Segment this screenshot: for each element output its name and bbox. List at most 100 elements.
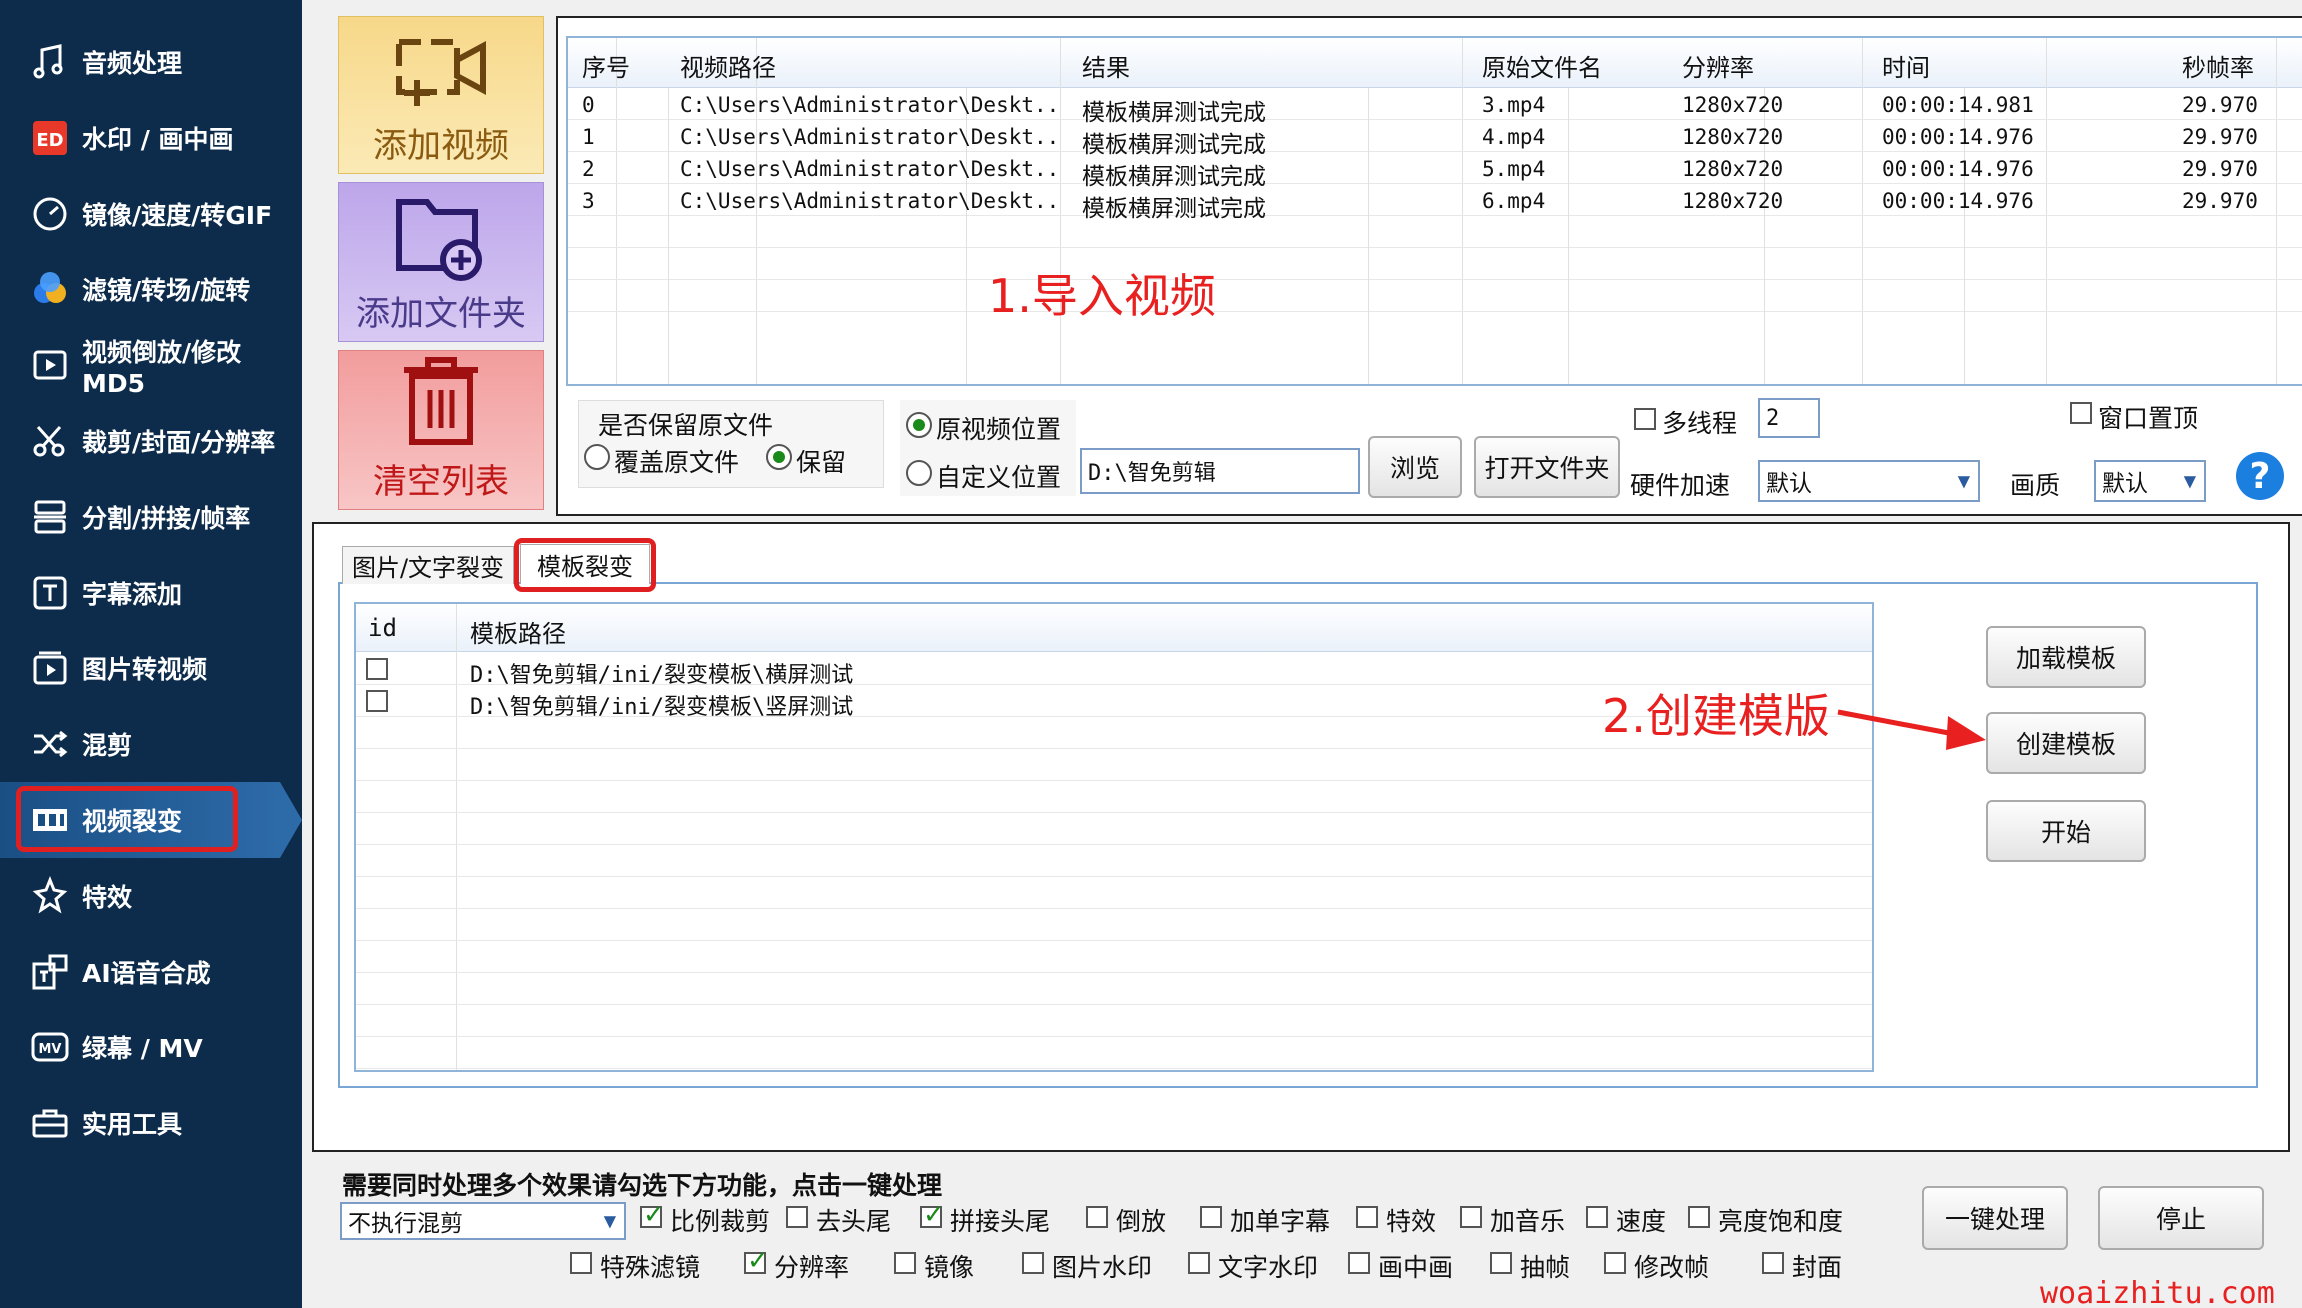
mv-icon: MV <box>30 1027 70 1067</box>
sidebar-item[interactable]: 实用工具 <box>0 1085 302 1161</box>
help-icon[interactable]: ? <box>2236 452 2284 500</box>
open-folder-button[interactable]: 打开文件夹 <box>1474 436 1620 498</box>
hw-accel-label: 硬件加速 <box>1630 471 1731 500</box>
feature-checkbox[interactable] <box>1348 1252 1370 1274</box>
feature-checkbox[interactable] <box>894 1252 916 1274</box>
table-cell: 00:00:14.976 <box>1882 125 2034 149</box>
mix-select[interactable]: 不执行混剪 ▼ <box>340 1202 626 1240</box>
feature-checkbox-label: 特效 <box>1386 1207 1437 1236</box>
keep-radio[interactable] <box>766 444 792 470</box>
template-path-cell: D:\智免剪辑/ini/裂变模板\竖屏测试 <box>470 695 854 720</box>
feature-checkbox[interactable] <box>1688 1206 1710 1228</box>
sidebar-item[interactable]: 视频倒放/修改MD5 <box>0 327 302 403</box>
sidebar-item[interactable]: 音频处理 <box>0 24 302 100</box>
table-row[interactable]: 0 C:\Users\Administrator\Deskt... 模板横屏测试完成… <box>568 90 2302 126</box>
table-cell: 模板横屏测试完成 <box>1082 196 1266 222</box>
template-table: id 模板路径 D:\智免剪辑/ini/裂变模板\横屏测试 D:\智免剪辑/ini/裂… <box>354 602 1874 1072</box>
create-template-button[interactable]: 创建模板 <box>1986 712 2146 774</box>
row-divider <box>356 940 1872 941</box>
template-row-checkbox[interactable] <box>366 658 388 680</box>
sidebar-item[interactable]: 滤镜/转场/旋转 <box>0 251 302 327</box>
table-row[interactable]: 1 C:\Users\Administrator\Deskt... 模板横屏测试完成… <box>568 122 2302 158</box>
feature-checkbox[interactable] <box>1356 1206 1378 1228</box>
sidebar-item[interactable]: 裁剪/封面/分辨率 <box>0 403 302 479</box>
sidebar-item[interactable]: ED 水印 / 画中画 <box>0 100 302 176</box>
sidebar-item-label: 视频裂变 <box>82 807 183 836</box>
feature-checkbox[interactable] <box>1200 1206 1222 1228</box>
table-row[interactable]: 3 C:\Users\Administrator\Deskt... 模板横屏测试完成… <box>568 186 2302 222</box>
feature-checkbox[interactable] <box>1086 1206 1108 1228</box>
feature-checkbox[interactable] <box>786 1206 808 1228</box>
template-table-header <box>356 604 1872 652</box>
row-divider <box>356 1068 1872 1069</box>
template-row-checkbox[interactable] <box>366 690 388 712</box>
table-cell: 29.970 <box>2182 93 2258 117</box>
feature-checkbox[interactable] <box>1490 1252 1512 1274</box>
video-table-header-cell: 结果 <box>1082 54 1130 82</box>
quality-select[interactable]: 默认 ▼ <box>2094 460 2206 502</box>
add-folder-button[interactable]: 添加文件夹 <box>338 182 544 342</box>
stop-button[interactable]: 停止 <box>2098 1186 2264 1250</box>
row-divider <box>568 311 2302 312</box>
custom-location-radio[interactable] <box>906 460 932 486</box>
sidebar-item[interactable]: 特效 <box>0 858 302 934</box>
overwrite-radio[interactable] <box>584 444 610 470</box>
multithread-checkbox[interactable] <box>1634 408 1656 430</box>
sidebar-item[interactable]: 镜像/速度/转GIF <box>0 176 302 252</box>
tab-template-fission[interactable]: 模板裂变 <box>520 544 650 584</box>
table-cell: C:\Users\Administrator\Deskt... <box>680 125 1060 149</box>
sidebar-item-label: 实用工具 <box>82 1110 183 1140</box>
sidebar-item-label: 分割/拼接/帧率 <box>82 503 251 533</box>
original-location-label: 原视频位置 <box>936 415 1062 444</box>
original-location-radio[interactable] <box>906 412 932 438</box>
site-watermark: woaizhitu.com <box>2040 1276 2275 1308</box>
feature-checkbox[interactable] <box>570 1252 592 1274</box>
table-row[interactable]: 2 C:\Users\Administrator\Deskt... 模板横屏测试完成… <box>568 154 2302 190</box>
feature-checkbox[interactable] <box>640 1200 665 1230</box>
annotation-arrow <box>1837 709 1986 750</box>
table-cell: 29.970 <box>2182 125 2258 149</box>
sidebar-item[interactable]: MV 绿幕 / MV <box>0 1009 302 1085</box>
sidebar-item[interactable]: 视频裂变 <box>0 782 302 858</box>
output-path-input[interactable]: D:\智免剪辑 <box>1080 448 1360 494</box>
feature-checkbox[interactable] <box>1022 1252 1044 1274</box>
window-top-checkbox[interactable] <box>2070 402 2092 424</box>
start-button[interactable]: 开始 <box>1986 800 2146 862</box>
feature-checkbox[interactable] <box>1762 1252 1784 1274</box>
bottom-hint: 需要同时处理多个效果请勾选下方功能，点击一键处理 <box>342 1171 943 1200</box>
table-cell: 1 <box>582 125 595 149</box>
feature-checkbox[interactable] <box>1586 1206 1608 1228</box>
table-cell: 1280x720 <box>1682 125 1784 149</box>
browse-button[interactable]: 浏览 <box>1368 436 1462 498</box>
speedometer-icon <box>30 194 70 234</box>
feature-checkbox[interactable] <box>1604 1252 1626 1274</box>
add-video-button[interactable]: 添加视频 <box>338 16 544 174</box>
shuffle-icon <box>30 724 70 764</box>
annotation-import-video: 1.导入视频 <box>988 269 1216 323</box>
tab-image-text-fission[interactable]: 图片/文字裂变 <box>342 546 514 584</box>
sidebar-item-label: 水印 / 画中画 <box>82 124 234 154</box>
feature-checkbox[interactable] <box>1188 1252 1210 1274</box>
feature-checkbox-label: 加单字幕 <box>1230 1207 1331 1236</box>
row-divider <box>356 908 1872 909</box>
load-template-button[interactable]: 加载模板 <box>1986 626 2146 688</box>
clear-list-button[interactable]: 清空列表 <box>338 350 544 510</box>
template-header-id: id <box>368 614 397 642</box>
sidebar-item[interactable]: 混剪 <box>0 706 302 782</box>
trash-icon <box>404 357 478 445</box>
thread-count-input[interactable]: 2 <box>1758 398 1820 438</box>
sidebar-item-label: 裁剪/封面/分辨率 <box>82 428 276 457</box>
hw-accel-value: 默认 <box>1766 471 1812 497</box>
sidebar-item[interactable]: 图片转视频 <box>0 630 302 706</box>
sidebar-item[interactable]: AI语音合成 <box>0 934 302 1010</box>
feature-checkbox[interactable] <box>920 1200 945 1230</box>
table-cell: 29.970 <box>2182 189 2258 213</box>
feature-checkbox[interactable] <box>1460 1206 1482 1228</box>
sidebar-item[interactable]: 字幕添加 <box>0 555 302 631</box>
table-cell: 00:00:14.976 <box>1882 157 2034 181</box>
sidebar-item[interactable]: 分割/拼接/帧率 <box>0 479 302 555</box>
feature-checkbox[interactable] <box>744 1246 769 1276</box>
one-click-button[interactable]: 一键处理 <box>1922 1186 2068 1250</box>
hw-accel-select[interactable]: 默认 ▼ <box>1758 460 1980 502</box>
video-table: 序号 视频路径 结果 原始文件名 分辨率 时间 秒帧率 0 C:\Users\Administr… <box>566 36 2302 386</box>
